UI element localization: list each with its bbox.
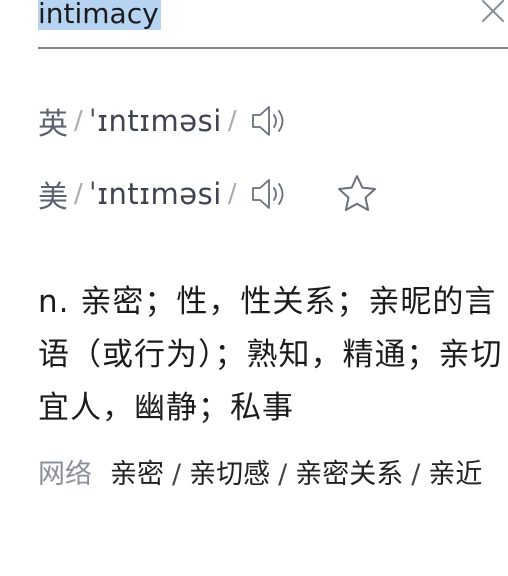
pronunciation-us: 美 / ˈɪntɪməsi /	[38, 172, 379, 216]
web-meaning-separator: /	[278, 459, 288, 490]
star-icon[interactable]	[335, 172, 379, 216]
pronunciation-uk: 英 / ˈɪntɪməsi /	[38, 101, 293, 142]
web-meanings: 网络 亲密 / 亲切感 / 亲密关系 / 亲近	[38, 452, 508, 497]
web-meaning-item[interactable]: 亲近	[428, 459, 482, 490]
web-meaning-item[interactable]: 亲密	[110, 459, 164, 490]
web-meaning-item[interactable]: 亲密关系	[295, 459, 403, 490]
dictionary-page: intimacy 英 / ˈɪntɪməsi / 美 / ˈɪntɪməsi /	[0, 0, 508, 576]
ipa-slash-open: /	[74, 106, 83, 136]
close-icon[interactable]	[480, 0, 506, 24]
ipa-slash-close: /	[227, 106, 237, 136]
speaker-icon[interactable]	[249, 174, 293, 214]
pronunciation-region-label: 美	[38, 180, 68, 215]
definition-text: n. 亲密；性，性关系；亲昵的言语（或行为）；熟知，精通；亲切宜人，幽静；私事	[38, 284, 503, 426]
speaker-icon[interactable]	[249, 101, 293, 141]
web-meaning-item[interactable]: 亲切感	[189, 459, 270, 490]
ipa-text: ˈɪntɪməsi	[88, 104, 222, 138]
ipa-slash-close: /	[227, 179, 237, 209]
web-meaning-separator: /	[411, 459, 421, 490]
pronunciation-region-label: 英	[38, 107, 68, 142]
web-meanings-label: 网络	[38, 459, 92, 490]
search-input[interactable]: intimacy	[38, 0, 161, 32]
search-bar: intimacy	[38, 0, 508, 48]
ipa-text: ˈɪntɪməsi	[88, 177, 222, 211]
search-underline	[38, 47, 508, 49]
web-meaning-separator: /	[172, 459, 182, 490]
ipa-slash-open: /	[74, 179, 83, 209]
search-input-selected-text[interactable]: intimacy	[38, 0, 161, 30]
